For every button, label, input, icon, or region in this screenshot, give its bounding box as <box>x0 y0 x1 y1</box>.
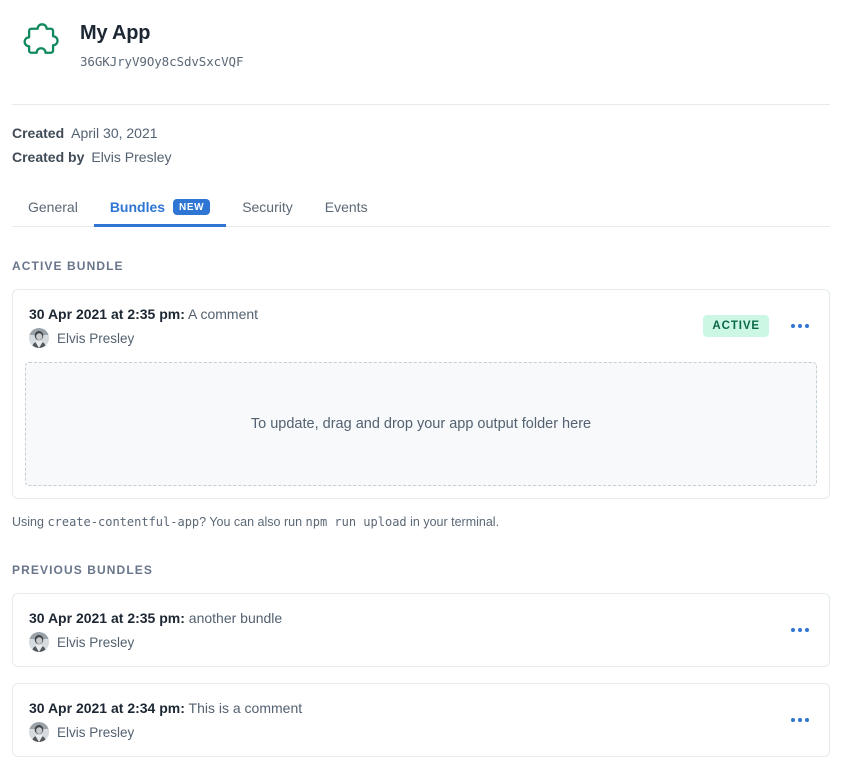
kebab-menu-icon[interactable] <box>787 712 813 728</box>
previous-bundle-date: 30 Apr 2021 at 2:34 pm: <box>29 700 185 716</box>
active-bundle-date: 30 Apr 2021 at 2:35 pm: <box>29 306 185 322</box>
avatar <box>29 722 49 742</box>
tab-bundles-label: Bundles <box>110 199 165 215</box>
kebab-dot <box>791 718 795 722</box>
bundle-dropzone[interactable]: To update, drag and drop your app output… <box>25 362 817 486</box>
created-by-row: Created by Elvis Presley <box>12 145 830 169</box>
cli-hint-code-package: create-contentful-app <box>47 515 199 529</box>
active-bundle-comment: A comment <box>188 306 258 322</box>
tab-bundles[interactable]: Bundles NEW <box>94 195 226 227</box>
metadata-block: Created April 30, 2021 Created by Elvis … <box>0 105 842 169</box>
cli-hint: Using create-contentful-app? You can als… <box>12 513 830 531</box>
previous-bundles-section-title: Previous Bundles <box>12 563 830 577</box>
created-by-label: Created by <box>12 145 84 169</box>
page-title: My App <box>80 20 243 46</box>
cli-hint-prefix: Using <box>12 515 47 529</box>
cli-hint-code-command: npm run upload <box>306 515 407 529</box>
tab-events[interactable]: Events <box>309 195 384 227</box>
kebab-dot <box>798 718 802 722</box>
kebab-menu-icon[interactable] <box>787 318 813 334</box>
new-badge: NEW <box>173 199 210 215</box>
previous-bundle-comment: another bundle <box>189 610 282 626</box>
table-row: 30 Apr 2021 at 2:35 pm: another bundle <box>13 594 829 666</box>
app-header: My App 36GKJryV9Oy8cSdvSxcVQF <box>0 0 842 74</box>
created-by-value: Elvis Presley <box>91 145 171 169</box>
kebab-dot <box>805 324 809 328</box>
previous-bundle-date: 30 Apr 2021 at 2:35 pm: <box>29 610 185 626</box>
tab-general[interactable]: General <box>12 195 94 227</box>
puzzle-piece-icon <box>12 20 66 74</box>
kebab-dot <box>798 628 802 632</box>
active-bundle-author-name: Elvis Presley <box>57 331 134 346</box>
active-bundle-card: 30 Apr 2021 at 2:35 pm: A comment <box>12 289 830 499</box>
previous-bundle-actions <box>787 622 813 638</box>
previous-bundle-author: Elvis Presley <box>29 722 302 742</box>
app-details-page: My App 36GKJryV9Oy8cSdvSxcVQF Created Ap… <box>0 0 842 764</box>
kebab-dot <box>805 718 809 722</box>
dropzone-label: To update, drag and drop your app output… <box>251 416 591 432</box>
created-value: April 30, 2021 <box>71 121 157 145</box>
cli-hint-middle: ? You can also run <box>199 515 305 529</box>
active-bundle-section-title: Active Bundle <box>12 259 830 273</box>
active-bundle-author: Elvis Presley <box>29 328 258 348</box>
kebab-dot <box>798 324 802 328</box>
app-title-block: My App 36GKJryV9Oy8cSdvSxcVQF <box>80 18 243 69</box>
bundles-content: Active Bundle 30 Apr 2021 at 2:35 pm: A … <box>0 259 842 757</box>
previous-bundle-author-name: Elvis Presley <box>57 635 134 650</box>
previous-bundle-actions <box>787 712 813 728</box>
previous-bundle-info: 30 Apr 2021 at 2:35 pm: another bundle <box>29 608 282 652</box>
created-row: Created April 30, 2021 <box>12 121 830 145</box>
tab-security-label: Security <box>242 199 293 215</box>
avatar <box>29 328 49 348</box>
previous-bundle-author-name: Elvis Presley <box>57 725 134 740</box>
created-label: Created <box>12 121 64 145</box>
previous-bundle-info: 30 Apr 2021 at 2:34 pm: This is a commen… <box>29 698 302 742</box>
tab-events-label: Events <box>325 199 368 215</box>
table-row: 30 Apr 2021 at 2:34 pm: This is a commen… <box>13 684 829 756</box>
previous-bundle-title-line: 30 Apr 2021 at 2:35 pm: another bundle <box>29 608 282 628</box>
active-bundle-row: 30 Apr 2021 at 2:35 pm: A comment <box>13 290 829 362</box>
kebab-dot <box>805 628 809 632</box>
kebab-menu-icon[interactable] <box>787 622 813 638</box>
tab-security[interactable]: Security <box>226 195 309 227</box>
active-bundle-title-line: 30 Apr 2021 at 2:35 pm: A comment <box>29 304 258 324</box>
previous-bundle-author: Elvis Presley <box>29 632 282 652</box>
previous-bundle-comment: This is a comment <box>189 700 303 716</box>
tab-bar: General Bundles NEW Security Events <box>0 195 842 227</box>
kebab-dot <box>791 324 795 328</box>
previous-bundle-card: 30 Apr 2021 at 2:34 pm: This is a commen… <box>12 683 830 757</box>
previous-bundle-title-line: 30 Apr 2021 at 2:34 pm: This is a commen… <box>29 698 302 718</box>
avatar <box>29 632 49 652</box>
cli-hint-suffix: in your terminal. <box>407 515 499 529</box>
kebab-dot <box>791 628 795 632</box>
previous-bundle-card: 30 Apr 2021 at 2:35 pm: another bundle <box>12 593 830 667</box>
active-bundle-info: 30 Apr 2021 at 2:35 pm: A comment <box>29 304 258 348</box>
active-bundle-actions: ACTIVE <box>703 315 813 337</box>
status-badge: ACTIVE <box>703 315 769 337</box>
tab-general-label: General <box>28 199 78 215</box>
app-id: 36GKJryV9Oy8cSdvSxcVQF <box>80 54 243 69</box>
